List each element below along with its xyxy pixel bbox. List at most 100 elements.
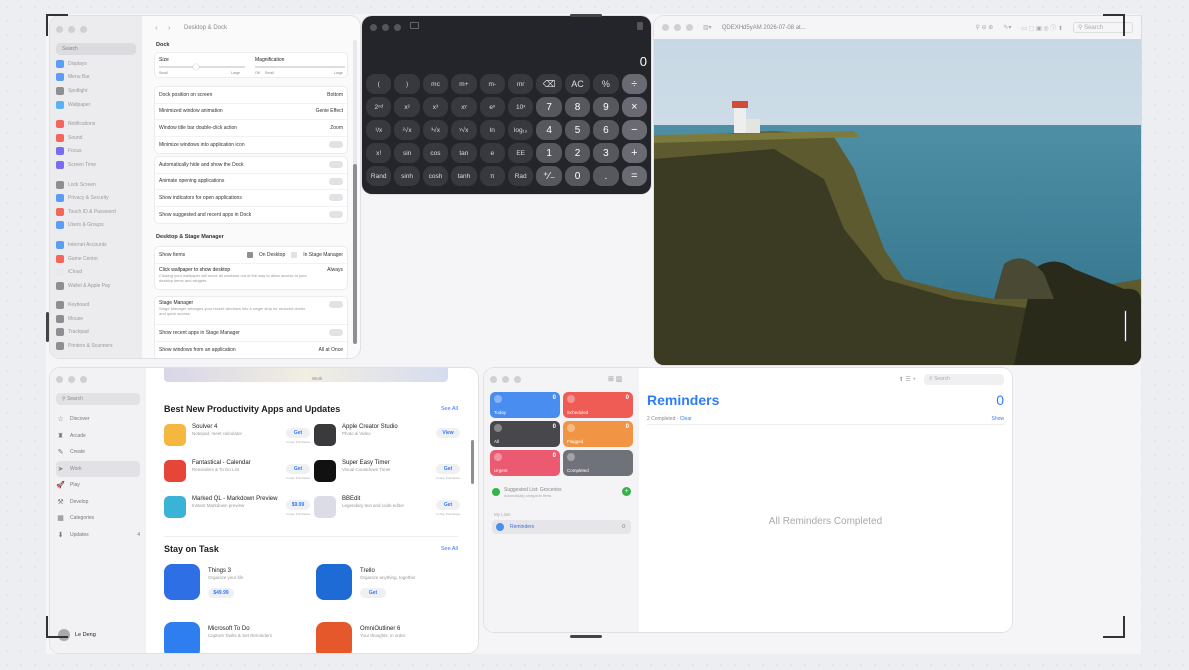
app-action-button[interactable]: Get bbox=[436, 500, 460, 510]
calc-key[interactable]: ( bbox=[366, 74, 392, 94]
stage-manager-checkbox[interactable] bbox=[291, 251, 298, 258]
resize-handle-left[interactable] bbox=[46, 312, 49, 342]
resize-handle-right[interactable] bbox=[1124, 310, 1127, 342]
calc-key[interactable]: ¹/x bbox=[366, 120, 392, 140]
calc-key[interactable]: tan bbox=[451, 143, 477, 163]
calc-key[interactable]: x³ bbox=[422, 97, 449, 117]
sidebar-icons[interactable]: ⊞ ▥ bbox=[608, 375, 622, 383]
sidebar-item-wallpaper[interactable]: Wallpaper bbox=[56, 98, 136, 112]
appstore-nav-arcade[interactable]: ♜ Arcade bbox=[56, 428, 140, 445]
smart-list-urgent[interactable]: 0 Urgent bbox=[490, 450, 560, 476]
sidebar-item-icloud[interactable]: iCloud bbox=[56, 265, 136, 279]
setting-select[interactable]: Zoom bbox=[330, 125, 343, 131]
calc-key[interactable]: Rad bbox=[507, 166, 534, 186]
calc-key[interactable]: . bbox=[593, 166, 619, 186]
sidebar-item-privacy-security[interactable]: Privacy & Security bbox=[56, 191, 136, 205]
appstore-nav-categories[interactable]: ▦ Categories bbox=[56, 510, 140, 527]
app-action-button[interactable]: $9.99 bbox=[286, 500, 310, 510]
calc-key[interactable]: EE bbox=[507, 143, 534, 163]
calc-key[interactable]: sin bbox=[394, 143, 420, 163]
click-wallpaper-row[interactable]: Click wallpaper to show desktop Always Cli… bbox=[155, 264, 347, 286]
sidebar-item-printers-scanners[interactable]: Printers & Scanners bbox=[56, 339, 136, 353]
calc-key[interactable]: 9 bbox=[593, 97, 619, 117]
sidebar-item-spotlight[interactable]: Spotlight bbox=[56, 84, 136, 98]
show-windows-select[interactable]: All at Once bbox=[319, 347, 343, 353]
see-all-productivity[interactable]: See All bbox=[441, 406, 458, 412]
smart-list-scheduled[interactable]: 0 Scheduled bbox=[563, 392, 633, 418]
calc-key[interactable]: e bbox=[479, 143, 505, 163]
window-controls[interactable] bbox=[490, 376, 521, 383]
size-slider[interactable] bbox=[159, 64, 245, 70]
magnification-slider[interactable] bbox=[255, 66, 345, 68]
calc-key[interactable]: ³√x bbox=[422, 120, 449, 140]
calc-key[interactable]: 2 bbox=[564, 143, 591, 163]
see-all-stay-on-task[interactable]: See All bbox=[441, 546, 458, 552]
app-action-button[interactable]: $49.99 bbox=[208, 588, 234, 598]
calc-key[interactable]: ) bbox=[394, 74, 420, 94]
sidebar-item-touch-id-password[interactable]: Touch ID & Password bbox=[56, 205, 136, 219]
calc-key[interactable]: 3 bbox=[593, 143, 619, 163]
setting-select[interactable]: Bottom bbox=[327, 92, 343, 98]
reminders-search-input[interactable]: ⚲ Search bbox=[924, 374, 1004, 385]
calc-key[interactable]: 7 bbox=[536, 97, 562, 117]
add-suggested-button[interactable]: + bbox=[622, 487, 631, 496]
calc-key[interactable]: % bbox=[593, 74, 619, 94]
app-action-button[interactable]: Get bbox=[436, 464, 460, 474]
calc-key[interactable]: m- bbox=[479, 74, 505, 94]
nav-arrows[interactable]: ‹ › bbox=[155, 23, 175, 32]
sidebar-item-wallet-apple-pay[interactable]: Wallet & Apple Pay bbox=[56, 279, 136, 293]
setting-toggle[interactable] bbox=[329, 161, 343, 169]
click-wallpaper-select[interactable]: Always bbox=[327, 267, 343, 273]
smart-list-today[interactable]: 0 Today bbox=[490, 392, 560, 418]
app-listing[interactable]: Super Easy Timer Visual Countdown Timer Ge… bbox=[314, 460, 460, 482]
calc-key[interactable]: log₁₀ bbox=[507, 120, 534, 140]
featured-app[interactable]: Microsoft To Do Capture Tasks & Set Remin… bbox=[164, 622, 272, 653]
app-action-button[interactable]: View bbox=[436, 428, 460, 438]
on-desktop-checkbox[interactable] bbox=[246, 251, 253, 258]
setting-toggle[interactable] bbox=[329, 194, 343, 202]
calc-key[interactable]: 1 bbox=[536, 143, 562, 163]
calc-key[interactable]: sinh bbox=[394, 166, 420, 186]
setting-toggle[interactable] bbox=[329, 141, 343, 149]
calc-key[interactable]: xʸ bbox=[451, 97, 477, 117]
appstore-scrollbar[interactable] bbox=[471, 440, 474, 484]
calc-key[interactable]: 8 bbox=[564, 97, 591, 117]
stage-manager-toggle[interactable] bbox=[329, 301, 343, 308]
setting-toggle[interactable] bbox=[329, 211, 343, 219]
calc-key[interactable]: ²√x bbox=[394, 120, 420, 140]
list-item-reminders[interactable]: Reminders 0 bbox=[492, 520, 631, 534]
window-controls[interactable] bbox=[56, 26, 136, 33]
share-icon[interactable]: ⬆ ☰ + bbox=[899, 376, 916, 383]
calc-key[interactable]: m+ bbox=[451, 74, 477, 94]
calc-key[interactable]: 10ˣ bbox=[507, 97, 534, 117]
history-icon[interactable] bbox=[637, 22, 643, 30]
appstore-nav-play[interactable]: 🚀 Play bbox=[56, 477, 140, 494]
appstore-nav-discover[interactable]: ☆ Discover bbox=[56, 411, 140, 428]
sidebar-item-users-groups[interactable]: Users & Groups bbox=[56, 219, 136, 233]
calc-key[interactable]: tanh bbox=[451, 166, 477, 186]
sidebar-icon[interactable]: ▥▾ bbox=[703, 24, 712, 31]
smart-list-completed[interactable]: Completed bbox=[563, 450, 633, 476]
appstore-search-input[interactable]: ⚲ Search bbox=[56, 393, 140, 405]
smart-list-all[interactable]: 0 All bbox=[490, 421, 560, 447]
featured-app[interactable]: Things 3 Organize your life $49.99 bbox=[164, 564, 243, 600]
sidebar-item-mouse[interactable]: Mouse bbox=[56, 312, 136, 326]
calc-key[interactable]: AC bbox=[564, 74, 591, 94]
window-controls[interactable] bbox=[56, 376, 140, 383]
calc-key[interactable]: cosh bbox=[422, 166, 449, 186]
sidebar-item-displays[interactable]: Displays bbox=[56, 57, 136, 71]
app-listing[interactable]: Fantastical - Calendar Reminders & To Do … bbox=[164, 460, 310, 482]
settings-search-input[interactable]: Search bbox=[56, 43, 136, 55]
calc-key[interactable]: x² bbox=[394, 97, 420, 117]
sidebar-item-keyboard[interactable]: Keyboard bbox=[56, 299, 136, 313]
calc-key[interactable]: π bbox=[479, 166, 505, 186]
calc-key[interactable]: ⁺∕₋ bbox=[536, 166, 562, 186]
sidebar-item-trackpad[interactable]: Trackpad bbox=[56, 326, 136, 340]
resize-handle-bottom[interactable] bbox=[570, 635, 602, 638]
sidebar-item-notifications[interactable]: Notifications bbox=[56, 117, 136, 131]
app-listing[interactable]: Marked QL - Markdown Preview Instant Mark… bbox=[164, 496, 310, 518]
calc-key[interactable]: eˣ bbox=[479, 97, 505, 117]
app-listing[interactable]: Soulver 4 Notepad, meet calculator Get In-A… bbox=[164, 424, 310, 446]
calc-key[interactable]: mr bbox=[507, 74, 534, 94]
show-completed-button[interactable]: Show bbox=[991, 416, 1004, 422]
